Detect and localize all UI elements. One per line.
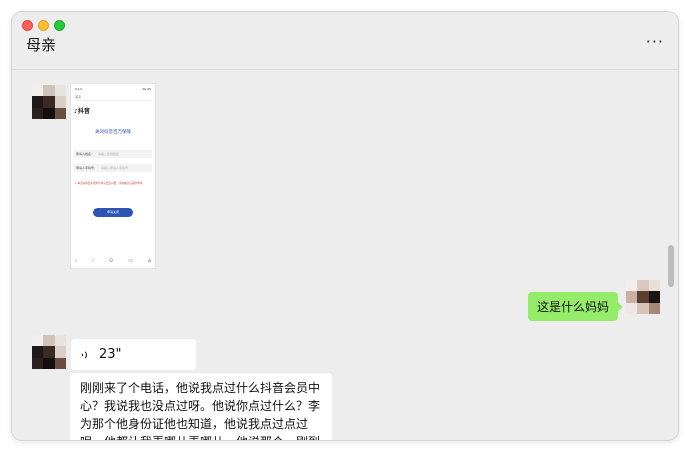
tabs-icon: ▭ <box>128 258 133 264</box>
notice-text: 1.本活动将会关闭用户抖音会员扣费，请在确认后提交申请 <box>75 182 143 185</box>
phone-field-label: 申请人手机号: <box>76 166 96 170</box>
avatar[interactable] <box>32 85 66 119</box>
forward-icon: › <box>91 258 94 264</box>
minimize-window-button[interactable] <box>38 20 49 31</box>
phone-field: 申请人手机号: 请输入申请人手机号 <box>74 164 152 172</box>
close-window-button[interactable] <box>22 20 33 31</box>
home-icon: ⌂ <box>147 258 151 264</box>
phone-nav-bar: 首页 <box>75 95 151 101</box>
app-name: 抖音 <box>77 108 90 115</box>
apply-button: 申请关闭 <box>93 208 133 217</box>
chat-title: 母亲 <box>26 36 57 54</box>
title-bar: 母亲 ··· <box>12 12 678 70</box>
status-time: 9:14 <box>75 87 82 91</box>
more-icon[interactable]: ··· <box>646 34 664 50</box>
name-field-label: 申请人姓名: <box>76 152 93 156</box>
sent-message[interactable]: 这是什么妈妈 <box>527 292 624 321</box>
app-logo: ♪抖音 <box>74 108 90 115</box>
phone-field-placeholder: 请输入申请人手机号 <box>101 166 129 170</box>
phishing-banner: 关闭抖音百万保障 <box>95 130 131 135</box>
phone-status-bar: 9:14 4G 95 <box>75 87 151 92</box>
name-field: 申请人姓名: 请输入您的姓名 <box>74 150 152 158</box>
name-field-placeholder: 请输入您的姓名 <box>98 152 120 156</box>
share-icon: ⊙ <box>108 258 114 264</box>
message-list[interactable]: 9:14 4G 95 首页 ♪抖音 关闭抖音百万保障 申请人姓名: 请输入您的姓… <box>12 71 678 440</box>
received-message[interactable]: 刚刚来了个电话，他说我点过什么抖音会员中心？我说我也没点过呀。他说你点过什么？李… <box>70 373 332 440</box>
zoom-window-button[interactable] <box>54 20 65 31</box>
avatar[interactable] <box>32 335 66 369</box>
voice-duration: 23" <box>99 347 122 362</box>
phone-bottom-bar: ‹ › ⊙ ▭ ⌂ <box>75 258 151 265</box>
voice-message[interactable]: 23" <box>71 339 196 370</box>
scrollbar[interactable] <box>668 245 674 287</box>
image-message[interactable]: 9:14 4G 95 首页 ♪抖音 关闭抖音百万保障 申请人姓名: 请输入您的姓… <box>70 83 156 269</box>
my-avatar[interactable] <box>626 280 660 314</box>
back-icon: ‹ <box>75 258 77 264</box>
status-signal: 4G 95 <box>141 87 151 91</box>
chat-window: 母亲 ··· 9:14 4G 95 首页 ♪抖音 关闭抖音百万保障 申请人姓名:… <box>12 12 678 440</box>
voice-wave-icon <box>81 349 93 361</box>
